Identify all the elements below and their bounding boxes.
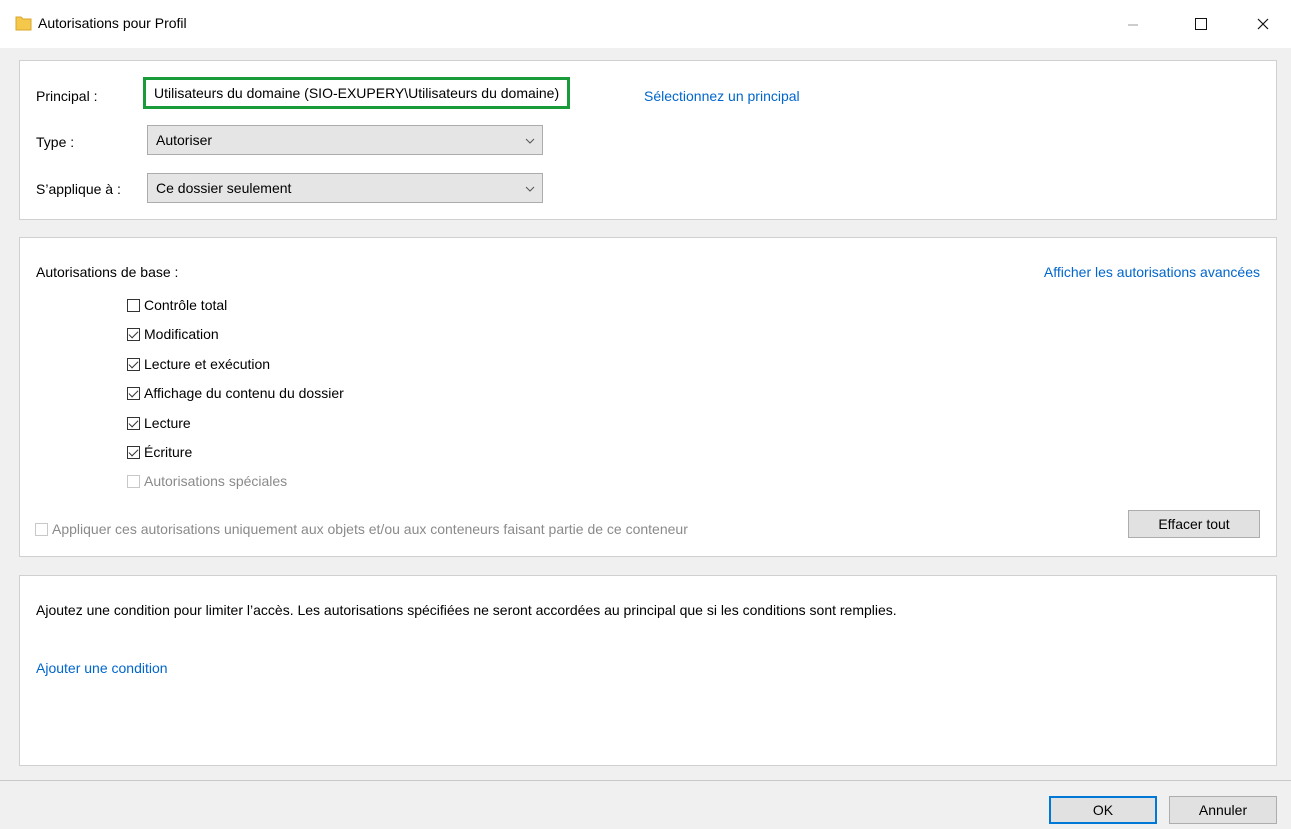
- checkbox[interactable]: [127, 416, 140, 430]
- permission-label: Écriture: [144, 444, 193, 460]
- maximize-icon: [1195, 18, 1207, 30]
- checkbox[interactable]: [127, 357, 140, 371]
- applies-to-dropdown[interactable]: Ce dossier seulement: [147, 173, 543, 203]
- applies-to-dropdown-value: Ce dossier seulement: [156, 180, 292, 196]
- basic-permissions-group: Autorisations de base : Afficher les aut…: [19, 237, 1277, 557]
- footer-divider: [0, 780, 1291, 781]
- principal-value-box: Utilisateurs du domaine (SIO-EXUPERY\Uti…: [143, 77, 571, 109]
- add-condition-link[interactable]: Ajouter une condition: [36, 660, 168, 676]
- principal-value: Utilisateurs du domaine (SIO-EXUPERY\Uti…: [154, 85, 560, 101]
- clear-all-button[interactable]: Effacer tout: [1128, 510, 1260, 538]
- show-advanced-permissions-link[interactable]: Afficher les autorisations avancées: [1044, 264, 1260, 280]
- condition-group: Ajoutez une condition pour limiter l’acc…: [19, 575, 1277, 766]
- checkbox: [127, 474, 140, 488]
- chevron-down-icon: [524, 134, 536, 150]
- cancel-button[interactable]: Annuler: [1169, 796, 1277, 824]
- type-label: Type :: [36, 134, 75, 150]
- principal-label: Principal :: [36, 88, 98, 104]
- ok-button[interactable]: OK: [1049, 796, 1157, 824]
- applies-to-label: S’applique à :: [36, 181, 121, 197]
- type-dropdown[interactable]: Autoriser: [147, 125, 543, 155]
- close-button[interactable]: [1240, 8, 1286, 40]
- permission-label: Lecture et exécution: [144, 356, 271, 372]
- checkbox: [35, 522, 48, 536]
- permission-item-list-folder[interactable]: Affichage du contenu du dossier: [127, 382, 344, 404]
- permission-item-write[interactable]: Écriture: [127, 441, 192, 463]
- maximize-button[interactable]: [1178, 8, 1224, 40]
- folder-icon: [15, 14, 32, 32]
- apply-only-label: Appliquer ces autorisations uniquement a…: [52, 521, 688, 537]
- checkbox[interactable]: [127, 298, 140, 312]
- principal-group: Principal : Utilisateurs du domaine (SIO…: [19, 60, 1277, 220]
- minimize-button[interactable]: [1110, 8, 1156, 40]
- type-dropdown-value: Autoriser: [156, 132, 213, 148]
- window-title: Autorisations pour Profil: [38, 15, 187, 31]
- permission-item-read[interactable]: Lecture: [127, 412, 191, 434]
- permission-label: Autorisations spéciales: [144, 473, 288, 489]
- permission-label: Lecture: [144, 415, 191, 431]
- checkbox[interactable]: [127, 386, 140, 400]
- permission-item-full-control[interactable]: Contrôle total: [127, 294, 227, 316]
- permission-item-modify[interactable]: Modification: [127, 323, 219, 345]
- permission-item-special: Autorisations spéciales: [127, 470, 287, 492]
- chevron-down-icon: [524, 182, 536, 198]
- basic-permissions-heading: Autorisations de base :: [36, 264, 179, 280]
- checkbox[interactable]: [127, 327, 140, 341]
- permission-label: Contrôle total: [144, 297, 228, 313]
- checkbox[interactable]: [127, 445, 140, 459]
- apply-only-to-container-option: Appliquer ces autorisations uniquement a…: [35, 518, 688, 540]
- permission-item-read-execute[interactable]: Lecture et exécution: [127, 353, 270, 375]
- permission-label: Affichage du contenu du dossier: [144, 385, 344, 401]
- title-bar: Autorisations pour Profil: [0, 0, 1291, 48]
- select-principal-link[interactable]: Sélectionnez un principal: [644, 88, 800, 104]
- condition-description: Ajoutez une condition pour limiter l’acc…: [36, 602, 897, 618]
- permission-label: Modification: [144, 326, 219, 342]
- close-icon: [1257, 18, 1269, 30]
- minimize-icon: [1128, 24, 1138, 26]
